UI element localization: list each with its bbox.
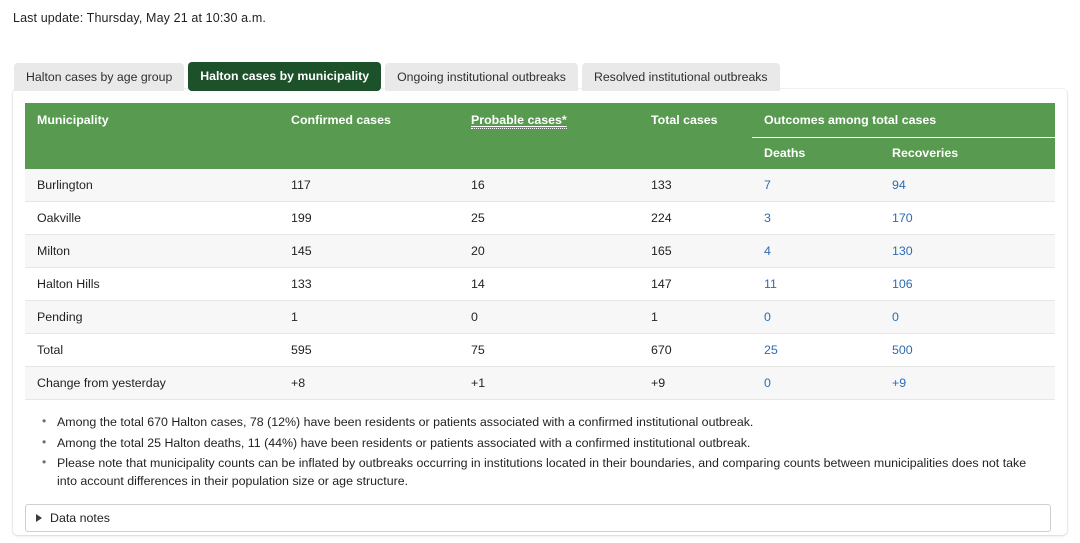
tab-strip: Halton cases by age group Halton cases b… <box>14 62 780 91</box>
tab-halton-cases-by-age-group[interactable]: Halton cases by age group <box>14 63 185 91</box>
cell-municipality: Change from yesterday <box>25 366 279 400</box>
cell-confirmed: 117 <box>279 169 459 202</box>
cell-total: 670 <box>639 333 752 367</box>
column-header-recoveries: Recoveries <box>880 137 1055 169</box>
table-row: Halton Hills 133 14 147 11 106 <box>25 267 1055 301</box>
cases-by-municipality-table: Municipality Confirmed cases Probable ca… <box>25 103 1055 400</box>
table-row: Oakville 199 25 224 3 170 <box>25 201 1055 235</box>
cell-recoveries[interactable]: 94 <box>880 169 1055 202</box>
cell-recoveries[interactable]: 106 <box>880 267 1055 301</box>
table-row: Burlington 117 16 133 7 94 <box>25 169 1055 202</box>
cell-total: +9 <box>639 366 752 400</box>
table-row-total: Total 595 75 670 25 500 <box>25 333 1055 367</box>
cell-confirmed: 1 <box>279 300 459 334</box>
column-header-confirmed-cases: Confirmed cases <box>279 103 459 169</box>
data-notes-label: Data notes <box>50 511 110 525</box>
cell-deaths[interactable]: 3 <box>752 201 880 235</box>
cell-municipality: Oakville <box>25 201 279 235</box>
data-notes-disclosure[interactable]: Data notes <box>25 504 1051 532</box>
cell-confirmed: 199 <box>279 201 459 235</box>
list-item: Please note that municipality counts can… <box>42 454 1045 490</box>
cell-municipality: Burlington <box>25 169 279 202</box>
tab-resolved-institutional-outbreaks[interactable]: Resolved institutional outbreaks <box>581 63 780 91</box>
cell-total: 133 <box>639 169 752 202</box>
cell-recoveries[interactable]: +9 <box>880 366 1055 400</box>
cell-municipality: Milton <box>25 234 279 268</box>
cell-municipality: Halton Hills <box>25 267 279 301</box>
list-item: Among the total 25 Halton deaths, 11 (44… <box>42 434 1045 453</box>
cell-recoveries[interactable]: 130 <box>880 234 1055 268</box>
column-header-municipality: Municipality <box>25 103 279 169</box>
cell-recoveries[interactable]: 170 <box>880 201 1055 235</box>
cell-total: 165 <box>639 234 752 268</box>
cell-recoveries[interactable]: 0 <box>880 300 1055 334</box>
probable-cases-tooltip-label[interactable]: Probable cases* <box>471 113 567 129</box>
cell-deaths[interactable]: 0 <box>752 300 880 334</box>
table-body: Burlington 117 16 133 7 94 Oakville 199 … <box>25 169 1055 400</box>
cell-recoveries[interactable]: 500 <box>880 333 1055 367</box>
cell-deaths[interactable]: 4 <box>752 234 880 268</box>
cell-confirmed: 145 <box>279 234 459 268</box>
cell-total: 147 <box>639 267 752 301</box>
cell-probable: 16 <box>459 169 639 202</box>
cell-probable: +1 <box>459 366 639 400</box>
cell-probable: 20 <box>459 234 639 268</box>
table-row: Milton 145 20 165 4 130 <box>25 234 1055 268</box>
table-row-change: Change from yesterday +8 +1 +9 0 +9 <box>25 366 1055 400</box>
column-header-probable-cases: Probable cases* <box>459 103 639 169</box>
cell-probable: 14 <box>459 267 639 301</box>
cell-deaths[interactable]: 7 <box>752 169 880 202</box>
cell-total: 1 <box>639 300 752 334</box>
table-header: Municipality Confirmed cases Probable ca… <box>25 103 1055 169</box>
cell-probable: 75 <box>459 333 639 367</box>
column-header-deaths: Deaths <box>752 137 880 169</box>
column-header-total-cases: Total cases <box>639 103 752 169</box>
footnote-list: Among the total 670 Halton cases, 78 (12… <box>25 413 1045 490</box>
last-update-text: Last update: Thursday, May 21 at 10:30 a… <box>13 11 266 25</box>
tab-panel-municipality: Municipality Confirmed cases Probable ca… <box>13 89 1067 535</box>
cell-deaths[interactable]: 11 <box>752 267 880 301</box>
cell-confirmed: 133 <box>279 267 459 301</box>
cell-municipality: Total <box>25 333 279 367</box>
tab-halton-cases-by-municipality[interactable]: Halton cases by municipality <box>188 62 382 91</box>
cell-deaths[interactable]: 0 <box>752 366 880 400</box>
tab-ongoing-institutional-outbreaks[interactable]: Ongoing institutional outbreaks <box>385 63 578 91</box>
cell-confirmed: 595 <box>279 333 459 367</box>
cell-probable: 25 <box>459 201 639 235</box>
cell-confirmed: +8 <box>279 366 459 400</box>
column-group-header-outcomes: Outcomes among total cases <box>752 103 1055 138</box>
triangle-right-icon <box>36 514 42 522</box>
table-row: Pending 1 0 1 0 0 <box>25 300 1055 334</box>
cell-deaths[interactable]: 25 <box>752 333 880 367</box>
cell-municipality: Pending <box>25 300 279 334</box>
cell-total: 224 <box>639 201 752 235</box>
page-root: Last update: Thursday, May 21 at 10:30 a… <box>0 0 1080 543</box>
list-item: Among the total 670 Halton cases, 78 (12… <box>42 413 1045 432</box>
cell-probable: 0 <box>459 300 639 334</box>
